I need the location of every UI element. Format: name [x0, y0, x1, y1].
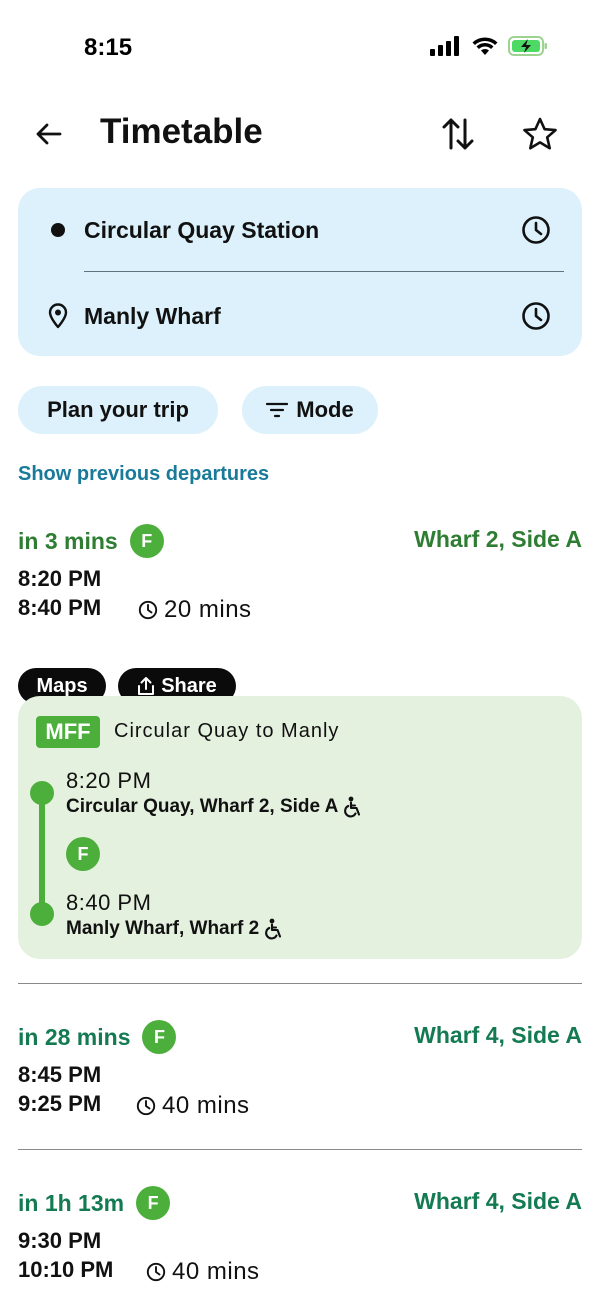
departure-time: 8:20 PM	[18, 566, 102, 591]
origin-dot-icon	[51, 223, 65, 237]
arrow-left-icon	[36, 123, 62, 145]
departure-wharf: Wharf 2, Side A	[414, 526, 582, 552]
trip-duration: 40 mins	[146, 1258, 260, 1286]
departure-countdown: in 3 mins F	[18, 524, 164, 558]
location-divider	[84, 271, 564, 272]
swap-vertical-icon	[442, 118, 474, 150]
wheelchair-accessible-icon	[344, 796, 361, 818]
departure-wharf: Wharf 4, Side A	[414, 1022, 582, 1048]
route-badge: MFF	[36, 716, 100, 748]
route-timeline	[39, 792, 45, 912]
list-divider	[18, 1149, 582, 1150]
origin-field[interactable]: Circular Quay Station	[84, 217, 506, 244]
clock-icon	[522, 216, 550, 244]
trip-locations-card: Circular Quay Station Manly Wharf	[18, 188, 582, 356]
departure-countdown: in 1h 13m F	[18, 1186, 171, 1220]
mode-filter-chip[interactable]: Mode	[242, 386, 378, 434]
clock-icon	[146, 1262, 166, 1282]
back-button[interactable]	[28, 114, 68, 154]
location-pin-icon	[48, 303, 68, 329]
departure-item[interactable]: in 28 mins F Wharf 4, Side A 8:45 PM 9:2…	[18, 1020, 582, 1130]
status-time: 8:15	[84, 34, 133, 61]
origin-row: Circular Quay Station	[18, 200, 582, 260]
ferry-mode-badge: F	[66, 837, 100, 871]
departure-time: 9:30 PM	[18, 1228, 102, 1253]
plan-trip-chip[interactable]: Plan your trip	[18, 386, 218, 434]
departure-wharf: Wharf 4, Side A	[414, 1188, 582, 1214]
wifi-icon	[472, 37, 498, 55]
plan-trip-label: Plan your trip	[47, 397, 189, 422]
list-divider	[18, 983, 582, 984]
departure-time: 8:45 PM	[18, 1062, 102, 1087]
show-previous-departures-link[interactable]: Show previous departures	[18, 463, 269, 486]
status-bar: 8:15	[0, 0, 600, 96]
battery-charging-icon	[508, 36, 547, 56]
swap-direction-button[interactable]	[436, 112, 480, 156]
clock-icon	[522, 302, 550, 330]
app-header: Timetable	[0, 100, 600, 170]
destination-field[interactable]: Manly Wharf	[84, 303, 506, 330]
departure-item[interactable]: in 1h 13m F Wharf 4, Side A 9:30 PM 10:1…	[18, 1186, 582, 1296]
arrival-time: 8:40 PM	[18, 595, 102, 620]
arrival-time: 10:10 PM	[18, 1257, 114, 1282]
clock-icon	[138, 600, 158, 620]
trip-detail-card: MFF Circular Quay to Manly 8:20 PM Circu…	[18, 696, 582, 959]
ferry-mode-badge: F	[142, 1020, 177, 1054]
trip-duration: 40 mins	[136, 1092, 250, 1120]
timeline-stop-marker	[30, 902, 54, 926]
departure-countdown: in 28 mins F	[18, 1020, 177, 1054]
ferry-mode-badge: F	[136, 1186, 171, 1220]
trip-duration: 20 mins	[138, 596, 252, 624]
mode-filter-label: Mode	[296, 397, 354, 422]
signal-icon	[430, 36, 459, 56]
stop-time: 8:20 PM	[66, 768, 152, 793]
filter-icon	[266, 402, 289, 418]
favourite-button[interactable]	[518, 112, 562, 156]
star-icon	[523, 117, 557, 150]
clock-icon	[136, 1096, 156, 1116]
destination-time-button[interactable]	[506, 294, 566, 338]
route-name: Circular Quay to Manly	[114, 720, 340, 742]
arrival-time: 9:25 PM	[18, 1091, 102, 1116]
page-title: Timetable	[100, 112, 263, 151]
ferry-mode-badge: F	[129, 524, 164, 558]
wheelchair-accessible-icon	[265, 918, 282, 940]
timeline-stop-marker	[30, 781, 54, 805]
stop-name: Circular Quay, Wharf 2, Side A	[66, 796, 362, 818]
destination-row: Manly Wharf	[18, 286, 582, 346]
stop-time: 8:40 PM	[66, 890, 152, 915]
stop-name: Manly Wharf, Wharf 2	[66, 918, 283, 940]
status-icons	[430, 36, 548, 56]
departure-item[interactable]: in 3 mins F Wharf 2, Side A 8:20 PM 8:40…	[18, 524, 582, 704]
share-icon	[138, 677, 155, 695]
origin-time-button[interactable]	[506, 208, 566, 252]
